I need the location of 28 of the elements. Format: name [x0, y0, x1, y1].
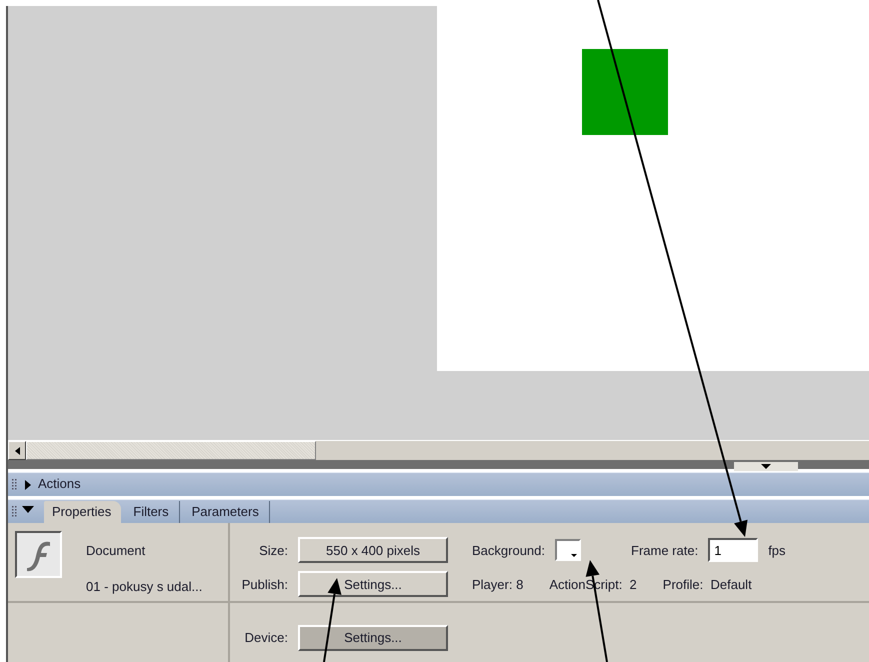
info-text: Player: 8	[472, 576, 524, 592]
size-button[interactable]: 550 x 400 pixels	[298, 537, 448, 563]
down-arrow-icon[interactable]	[761, 464, 771, 469]
field-label: Size:	[258, 542, 289, 558]
horizontal-scrollbar[interactable]	[8, 440, 869, 460]
field-label: Device:	[244, 630, 289, 645]
panel-title: Actions	[38, 476, 81, 493]
scroll-thumb[interactable]	[26, 441, 316, 460]
actions-panel-header[interactable]: Actions	[8, 472, 869, 496]
scroll-left-button[interactable]	[8, 441, 26, 460]
info-text: Profile: Default	[662, 576, 752, 592]
collapse-handle[interactable]	[734, 462, 798, 471]
frame-rate-field[interactable]: 1	[708, 538, 758, 562]
publish-settings-button[interactable]: Settings...	[298, 571, 448, 597]
unit-label: fps	[768, 542, 786, 558]
panel-tab[interactable]: Properties	[44, 501, 122, 523]
field-label: Publish:	[240, 576, 289, 592]
grip-icon[interactable]	[12, 479, 18, 491]
grip-icon[interactable]	[12, 506, 18, 518]
expand-arrow-icon[interactable]	[24, 480, 32, 490]
field-label: Frame rate:	[631, 542, 698, 558]
document-name: 01 - pokusy s udal...	[86, 579, 202, 594]
document-type: Document	[86, 543, 146, 558]
left-arrow-icon[interactable]	[14, 446, 20, 454]
collapse-arrow-icon[interactable]	[22, 506, 34, 514]
flash-document-icon	[15, 531, 62, 578]
field-label: Background:	[472, 542, 545, 558]
background-color-swatch[interactable]	[555, 539, 581, 561]
